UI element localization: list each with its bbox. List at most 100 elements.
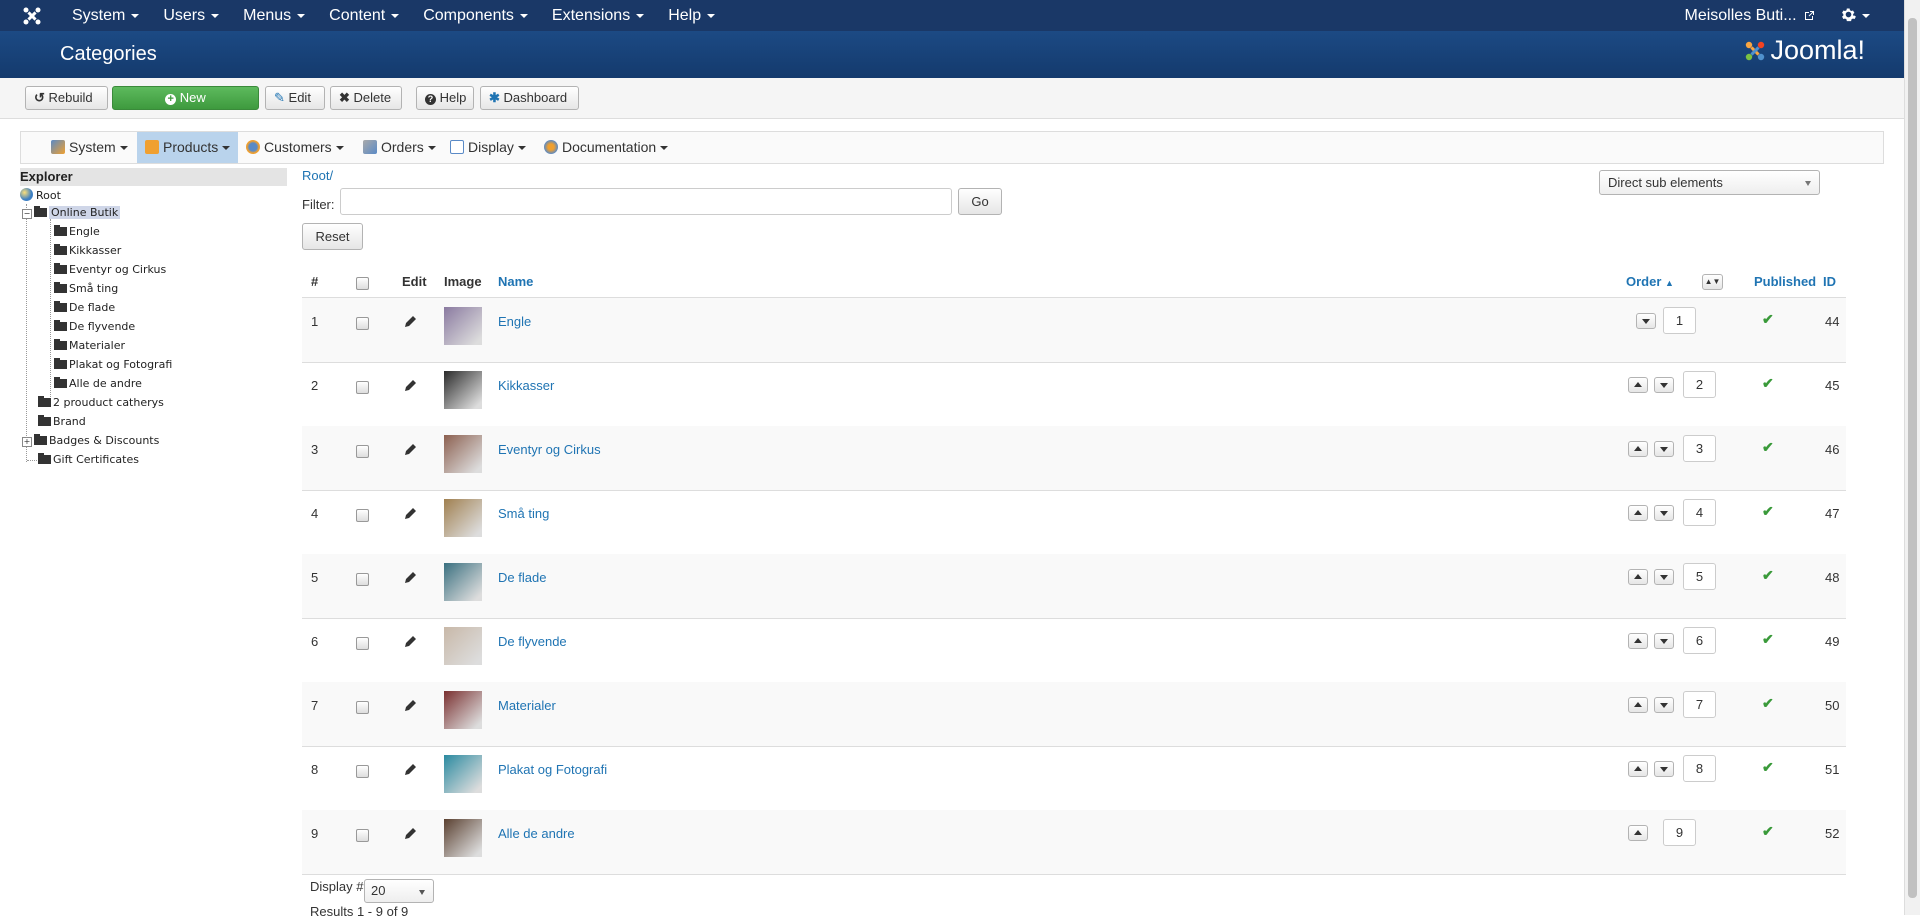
category-name-link[interactable]: De flyvende <box>498 634 567 649</box>
order-input[interactable]: 6 <box>1683 627 1716 654</box>
move-down-button[interactable] <box>1654 633 1674 649</box>
row-checkbox[interactable] <box>356 637 369 650</box>
published-check-icon[interactable]: ✔ <box>1762 823 1774 840</box>
dashboard-button[interactable]: ✱ Dashboard <box>480 86 579 110</box>
tree-child[interactable]: Materialer <box>54 338 125 354</box>
menu-help[interactable]: Help <box>656 0 727 31</box>
go-button[interactable]: Go <box>958 188 1002 215</box>
category-name-link[interactable]: Plakat og Fotografi <box>498 762 607 777</box>
col-id-sort[interactable]: ID <box>1823 267 1836 297</box>
category-name-link[interactable]: Små ting <box>498 506 549 521</box>
pencil-icon[interactable] <box>404 698 418 712</box>
move-up-button[interactable] <box>1628 697 1648 713</box>
pencil-icon[interactable] <box>404 314 418 328</box>
row-checkbox[interactable] <box>356 381 369 394</box>
rebuild-button[interactable]: ↺ Rebuild <box>25 86 108 110</box>
tree-root[interactable]: Root <box>20 188 61 204</box>
vertical-scrollbar[interactable] <box>1904 0 1920 915</box>
order-input[interactable]: 5 <box>1683 563 1716 590</box>
published-check-icon[interactable]: ✔ <box>1762 439 1774 456</box>
category-name-link[interactable]: Kikkasser <box>498 378 554 393</box>
row-checkbox[interactable] <box>356 829 369 842</box>
tree-sibling[interactable]: 2 prouduct catherys <box>38 395 164 411</box>
move-up-button[interactable] <box>1628 761 1648 777</box>
col-published-sort[interactable]: Published <box>1754 267 1816 297</box>
col-name-sort[interactable]: Name <box>498 267 533 297</box>
order-input[interactable]: 8 <box>1683 755 1716 782</box>
expand-icon[interactable]: + <box>22 437 32 447</box>
reset-button[interactable]: Reset <box>302 223 363 250</box>
category-name-link[interactable]: Materialer <box>498 698 556 713</box>
edit-button[interactable]: ✎ Edit <box>265 86 325 110</box>
scrollbar-thumb[interactable] <box>1908 18 1917 898</box>
category-name-link[interactable]: Alle de andre <box>498 826 575 841</box>
tree-child[interactable]: Eventyr og Cirkus <box>54 262 166 278</box>
tree-child[interactable]: Plakat og Fotografi <box>54 357 172 373</box>
row-checkbox[interactable] <box>356 509 369 522</box>
new-button[interactable]: + New <box>112 86 259 110</box>
menu-components[interactable]: Components <box>411 0 540 31</box>
published-check-icon[interactable]: ✔ <box>1762 503 1774 520</box>
subnav-documentation[interactable]: Documentation <box>536 132 676 163</box>
menu-system[interactable]: System <box>60 0 151 31</box>
display-limit-select[interactable]: 20 <box>364 879 434 903</box>
move-down-button[interactable] <box>1654 441 1674 457</box>
breadcrumb[interactable]: Root/ <box>302 168 333 183</box>
menu-extensions[interactable]: Extensions <box>540 0 656 31</box>
move-down-button[interactable] <box>1654 569 1674 585</box>
published-check-icon[interactable]: ✔ <box>1762 759 1774 776</box>
move-up-button[interactable] <box>1628 569 1648 585</box>
menu-content[interactable]: Content <box>317 0 411 31</box>
order-input[interactable]: 1 <box>1663 307 1696 334</box>
move-up-button[interactable] <box>1628 633 1648 649</box>
move-down-button[interactable] <box>1654 761 1674 777</box>
pencil-icon[interactable] <box>404 378 418 392</box>
order-input[interactable]: 2 <box>1683 371 1716 398</box>
published-check-icon[interactable]: ✔ <box>1762 311 1774 328</box>
tree-sibling[interactable]: Brand <box>38 414 86 430</box>
move-down-button[interactable] <box>1654 697 1674 713</box>
tree-sibling[interactable]: Gift Certificates <box>38 452 139 468</box>
filter-input[interactable] <box>340 188 952 215</box>
menu-menus[interactable]: Menus <box>231 0 317 31</box>
user-menu[interactable] <box>1841 0 1870 31</box>
published-check-icon[interactable]: ✔ <box>1762 375 1774 392</box>
tree-sibling[interactable]: + Badges & Discounts <box>22 433 159 449</box>
tree-child[interactable]: Engle <box>54 224 100 240</box>
row-checkbox[interactable] <box>356 445 369 458</box>
move-down-button[interactable] <box>1636 313 1656 329</box>
scope-select[interactable]: Direct sub elements <box>1599 170 1820 195</box>
order-input[interactable]: 4 <box>1683 499 1716 526</box>
row-checkbox[interactable] <box>356 573 369 586</box>
pencil-icon[interactable] <box>404 442 418 456</box>
col-order-sort[interactable]: Order ▲ <box>1626 267 1674 298</box>
subnav-products[interactable]: Products <box>137 132 239 163</box>
pencil-icon[interactable] <box>404 762 418 776</box>
tree-child[interactable]: De flyvende <box>54 319 135 335</box>
move-down-button[interactable] <box>1654 377 1674 393</box>
published-check-icon[interactable]: ✔ <box>1762 631 1774 648</box>
subnav-system[interactable]: System <box>43 132 136 163</box>
row-checkbox[interactable] <box>356 765 369 778</box>
site-link[interactable]: Meisolles Buti... <box>1685 0 1816 31</box>
tree-child[interactable]: Kikkasser <box>54 243 121 259</box>
tree-online-butik[interactable]: − Online Butik <box>22 205 121 221</box>
order-input[interactable]: 3 <box>1683 435 1716 462</box>
tree-child[interactable]: De flade <box>54 300 115 316</box>
order-input[interactable]: 9 <box>1663 819 1696 846</box>
category-name-link[interactable]: Engle <box>498 314 531 329</box>
move-up-button[interactable] <box>1628 441 1648 457</box>
subnav-orders[interactable]: Orders <box>355 132 444 163</box>
category-name-link[interactable]: De flade <box>498 570 546 585</box>
subnav-customers[interactable]: Customers <box>238 132 352 163</box>
move-down-button[interactable] <box>1654 505 1674 521</box>
tree-child[interactable]: Alle de andre <box>54 376 142 392</box>
pencil-icon[interactable] <box>404 826 418 840</box>
move-up-button[interactable] <box>1628 825 1648 841</box>
menu-users[interactable]: Users <box>151 0 231 31</box>
order-input[interactable]: 7 <box>1683 691 1716 718</box>
tree-child[interactable]: Små ting <box>54 281 118 297</box>
row-checkbox[interactable] <box>356 701 369 714</box>
move-up-button[interactable] <box>1628 377 1648 393</box>
pencil-icon[interactable] <box>404 634 418 648</box>
